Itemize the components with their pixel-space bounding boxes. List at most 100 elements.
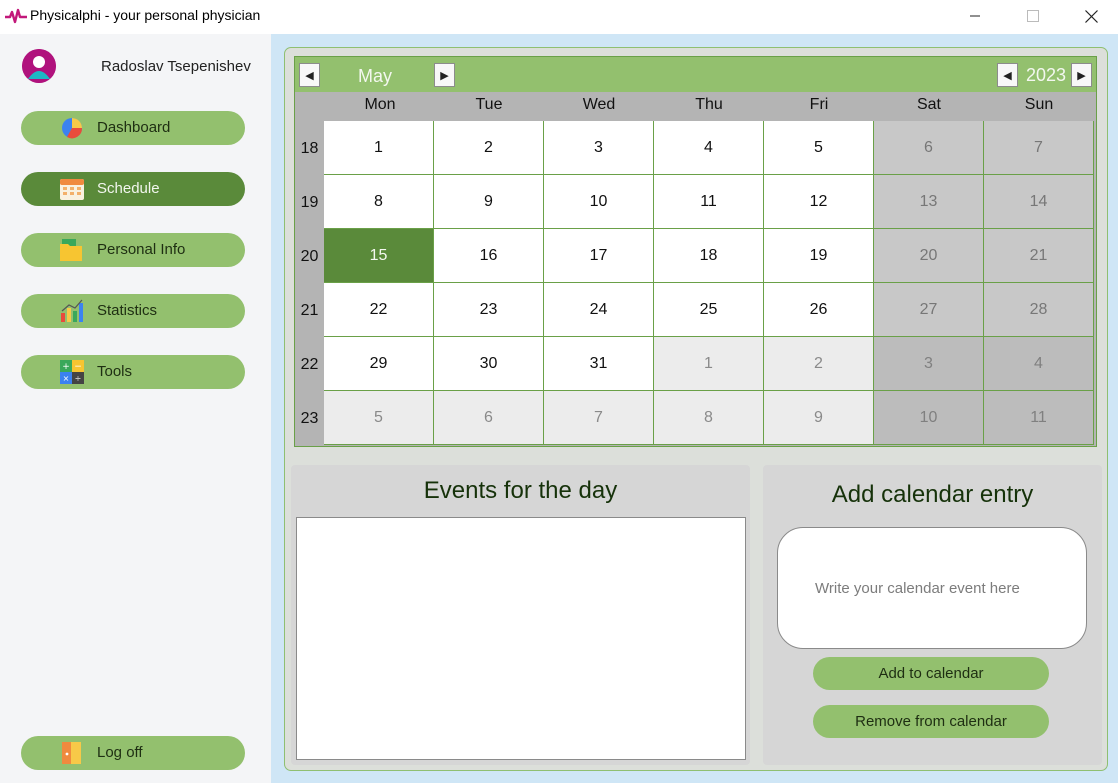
sidebar xyxy=(0,34,271,783)
minimize-icon xyxy=(970,15,980,17)
calendar-day[interactable]: 5 xyxy=(764,121,874,175)
month-label: May xyxy=(358,66,393,86)
calendar-day[interactable]: 5 xyxy=(324,391,434,445)
calendar-day[interactable]: 1 xyxy=(324,121,434,175)
weekday-header: Thu xyxy=(695,96,723,113)
next-month-button[interactable]: ▶ xyxy=(434,63,455,87)
calendar-day[interactable]: 23 xyxy=(434,283,544,337)
calendar-day[interactable]: 10 xyxy=(874,391,984,445)
svg-text:÷: ÷ xyxy=(75,374,82,383)
calendar-day[interactable]: 9 xyxy=(434,175,544,229)
svg-text:×: × xyxy=(63,374,70,383)
nav-dashboard-button[interactable]: Dashboard xyxy=(21,111,245,145)
calendar-day[interactable]: 6 xyxy=(434,391,544,445)
calendar-day[interactable]: 26 xyxy=(764,283,874,337)
calendar-day[interactable]: 3 xyxy=(874,337,984,391)
maximize-button[interactable] xyxy=(1004,0,1062,32)
nav-tools-button[interactable]: + − × ÷ Tools xyxy=(21,355,245,389)
nav-dashboard-label: Dashboard xyxy=(97,119,171,136)
weekday-header: Sun xyxy=(1024,96,1054,113)
calendar-day[interactable]: 19 xyxy=(764,229,874,283)
week-number: 23 xyxy=(300,410,319,427)
chevron-right-icon: ▶ xyxy=(1077,69,1086,82)
nav-statistics-label: Statistics xyxy=(97,302,158,319)
calculator-icon: + − × ÷ xyxy=(60,360,84,384)
calendar-day[interactable]: 21 xyxy=(984,229,1094,283)
calendar-day[interactable]: 14 xyxy=(984,175,1094,229)
calendar: ◀ May ▶ ◀ 2023 ▶ Mon Tue Wed Thu Fri Sat… xyxy=(294,56,1097,447)
calendar-day[interactable]: 9 xyxy=(764,391,874,445)
calendar-entry-input[interactable] xyxy=(777,527,1087,649)
folder-icon xyxy=(60,239,82,261)
nav-statistics-button[interactable]: Statistics xyxy=(21,294,245,328)
events-list[interactable] xyxy=(296,517,746,760)
pie-chart-icon xyxy=(62,118,83,139)
prev-year-button[interactable]: ◀ xyxy=(997,63,1018,87)
minimize-button[interactable] xyxy=(946,0,1004,32)
nav-tools-label: Tools xyxy=(97,363,133,380)
calendar-day[interactable]: 11 xyxy=(984,391,1094,445)
calendar-day[interactable]: 28 xyxy=(984,283,1094,337)
calendar-day[interactable]: 12 xyxy=(764,175,874,229)
calendar-day[interactable]: 27 xyxy=(874,283,984,337)
calendar-day[interactable]: 30 xyxy=(434,337,544,391)
chevron-right-icon: ▶ xyxy=(440,69,449,82)
remove-from-calendar-button[interactable]: Remove from calendar xyxy=(813,705,1049,738)
add-to-calendar-button[interactable]: Add to calendar xyxy=(813,657,1049,690)
calendar-day[interactable]: 3 xyxy=(544,121,654,175)
calendar-day[interactable]: 4 xyxy=(654,121,764,175)
events-title: Events for the day xyxy=(423,477,618,504)
nav-schedule-button[interactable]: Schedule xyxy=(21,172,245,206)
calendar-day[interactable]: 18 xyxy=(654,229,764,283)
add-entry-title: Add calendar entry xyxy=(831,481,1034,508)
year-label: 2023 xyxy=(1025,64,1067,85)
calendar-day[interactable]: 8 xyxy=(654,391,764,445)
week-number: 18 xyxy=(300,140,319,157)
calendar-day[interactable]: 7 xyxy=(984,121,1094,175)
calendar-day[interactable]: 31 xyxy=(544,337,654,391)
calendar-day[interactable]: 29 xyxy=(324,337,434,391)
calendar-header: ◀ May ▶ ◀ 2023 ▶ xyxy=(295,57,1096,92)
calendar-day[interactable]: 11 xyxy=(654,175,764,229)
week-number: 19 xyxy=(300,194,319,211)
calendar-day[interactable]: 24 xyxy=(544,283,654,337)
close-button[interactable] xyxy=(1062,0,1118,32)
logoff-button[interactable]: Log off xyxy=(21,736,245,770)
nav-personal-info-label: Personal Info xyxy=(97,241,186,258)
door-icon xyxy=(62,742,81,764)
calendar-day[interactable]: 25 xyxy=(654,283,764,337)
calendar-icon xyxy=(60,179,84,200)
week-number: 22 xyxy=(300,356,319,373)
nav-personal-info-button[interactable]: Personal Info xyxy=(21,233,245,267)
week-number: 21 xyxy=(300,302,319,319)
calendar-day[interactable]: 10 xyxy=(544,175,654,229)
calendar-day[interactable]: 15 xyxy=(324,229,434,283)
maximize-icon xyxy=(1027,10,1039,22)
weekday-header: Sat xyxy=(916,96,941,113)
prev-month-button[interactable]: ◀ xyxy=(299,63,320,87)
window-title: Physicalphi - your personal physician xyxy=(30,7,261,23)
user-name: Radoslav Tsepenishev xyxy=(101,58,251,75)
calendar-day[interactable]: 2 xyxy=(764,337,874,391)
calendar-day[interactable]: 1 xyxy=(654,337,764,391)
title-bar: Physicalphi - your personal physician xyxy=(0,0,1118,34)
calendar-day[interactable]: 6 xyxy=(874,121,984,175)
logoff-label: Log off xyxy=(97,744,143,761)
calendar-day[interactable]: 16 xyxy=(434,229,544,283)
heartbeat-icon xyxy=(5,8,27,24)
calendar-day[interactable]: 8 xyxy=(324,175,434,229)
next-year-button[interactable]: ▶ xyxy=(1071,63,1092,87)
calendar-day[interactable]: 22 xyxy=(324,283,434,337)
calendar-day[interactable]: 4 xyxy=(984,337,1094,391)
weekday-header: Tue xyxy=(475,96,503,113)
calendar-day[interactable]: 7 xyxy=(544,391,654,445)
calendar-day[interactable]: 17 xyxy=(544,229,654,283)
weekday-header: Fri xyxy=(809,96,829,113)
calendar-day[interactable]: 2 xyxy=(434,121,544,175)
avatar xyxy=(22,49,56,83)
chevron-left-icon: ◀ xyxy=(305,69,314,82)
svg-text:−: − xyxy=(74,362,82,372)
calendar-day[interactable]: 13 xyxy=(874,175,984,229)
svg-text:+: + xyxy=(62,362,70,372)
calendar-day[interactable]: 20 xyxy=(874,229,984,283)
